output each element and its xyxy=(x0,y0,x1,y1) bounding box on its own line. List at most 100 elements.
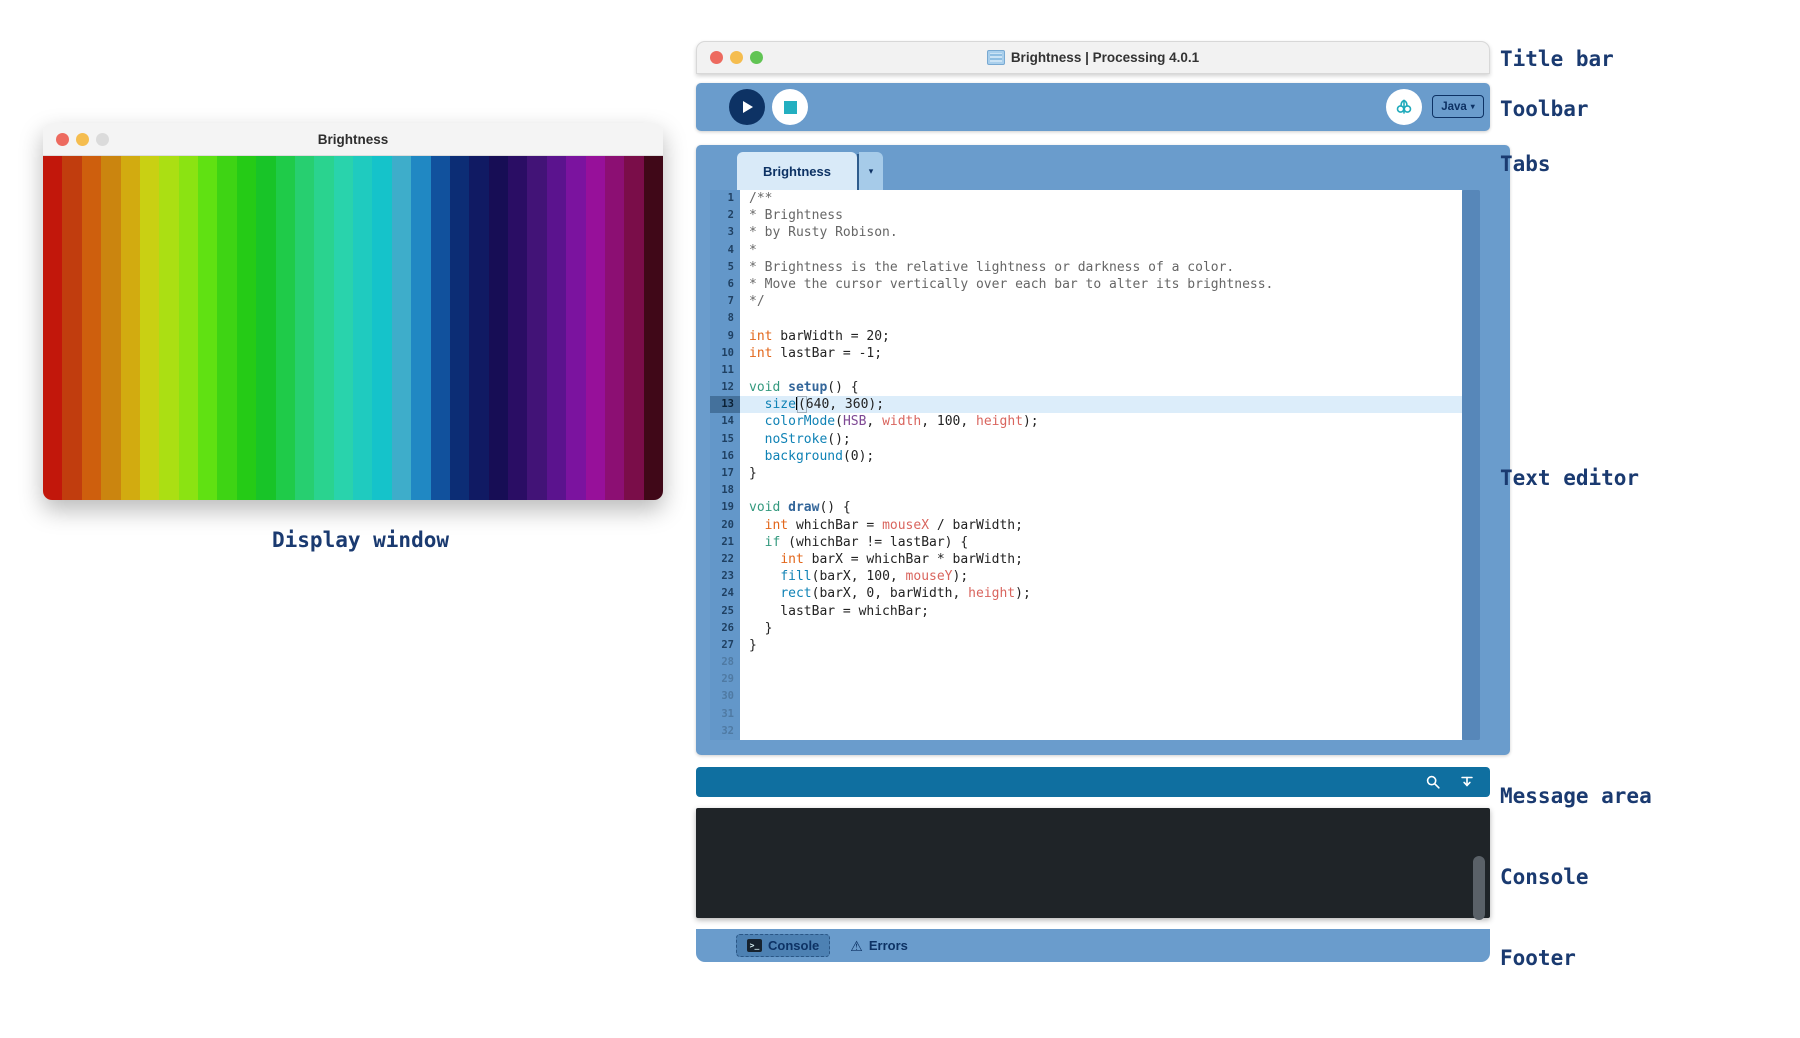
line-number[interactable]: 23 xyxy=(710,568,740,585)
code-line[interactable]: int lastBar = -1; xyxy=(740,345,1462,362)
code-line[interactable] xyxy=(740,362,1462,379)
code-line[interactable] xyxy=(740,688,1462,705)
line-number[interactable]: 3 xyxy=(710,224,740,241)
footer-tab-errors[interactable]: ⚠ Errors xyxy=(850,938,908,953)
console-scrollbar[interactable] xyxy=(1473,856,1485,920)
color-bar[interactable] xyxy=(624,156,643,500)
code-line[interactable]: void draw() { xyxy=(740,499,1462,516)
code-line[interactable]: lastBar = whichBar; xyxy=(740,603,1462,620)
color-bar[interactable] xyxy=(450,156,469,500)
line-number[interactable]: 31 xyxy=(710,706,740,723)
code-line[interactable] xyxy=(740,723,1462,740)
color-bar[interactable] xyxy=(198,156,217,500)
line-number[interactable]: 16 xyxy=(710,448,740,465)
code-line[interactable]: * Move the cursor vertically over each b… xyxy=(740,276,1462,293)
code-line[interactable]: } xyxy=(740,637,1462,654)
color-bar[interactable] xyxy=(586,156,605,500)
code-line[interactable]: colorMode(HSB, width, 100, height); xyxy=(740,413,1462,430)
line-number[interactable]: 14 xyxy=(710,413,740,430)
color-bar[interactable] xyxy=(237,156,256,500)
color-bar[interactable] xyxy=(159,156,178,500)
code-line[interactable] xyxy=(740,482,1462,499)
color-bar[interactable] xyxy=(314,156,333,500)
color-bar[interactable] xyxy=(295,156,314,500)
code-line[interactable]: noStroke(); xyxy=(740,431,1462,448)
color-bar[interactable] xyxy=(256,156,275,500)
code-line[interactable]: if (whichBar != lastBar) { xyxy=(740,534,1462,551)
color-bar[interactable] xyxy=(392,156,411,500)
line-number[interactable]: 13 xyxy=(710,396,740,413)
code-line[interactable] xyxy=(740,654,1462,671)
color-bar[interactable] xyxy=(372,156,391,500)
line-number[interactable]: 8 xyxy=(710,310,740,327)
scroll-to-bottom-icon[interactable] xyxy=(1458,773,1476,791)
line-number[interactable]: 12 xyxy=(710,379,740,396)
line-number[interactable]: 5 xyxy=(710,259,740,276)
line-number[interactable]: 20 xyxy=(710,517,740,534)
run-button[interactable] xyxy=(729,89,765,125)
line-number[interactable]: 22 xyxy=(710,551,740,568)
line-number[interactable]: 9 xyxy=(710,328,740,345)
minimize-button[interactable] xyxy=(76,133,89,146)
code-line[interactable]: void setup() { xyxy=(740,379,1462,396)
line-number[interactable]: 7 xyxy=(710,293,740,310)
color-bar[interactable] xyxy=(353,156,372,500)
zoom-button[interactable] xyxy=(750,51,763,64)
text-editor[interactable]: 1/**2* Brightness3* by Rusty Robison.4*5… xyxy=(710,190,1462,740)
line-number[interactable]: 10 xyxy=(710,345,740,362)
editor-scrollbar[interactable] xyxy=(1462,190,1480,740)
code-line[interactable]: * Brightness is the relative lightness o… xyxy=(740,259,1462,276)
close-button[interactable] xyxy=(710,51,723,64)
color-bar[interactable] xyxy=(566,156,585,500)
color-bar[interactable] xyxy=(469,156,488,500)
color-bar[interactable] xyxy=(527,156,546,500)
line-number[interactable]: 25 xyxy=(710,603,740,620)
sketch-canvas[interactable] xyxy=(43,156,663,500)
zoom-button[interactable] xyxy=(96,133,109,146)
code-line[interactable]: * xyxy=(740,242,1462,259)
code-line[interactable]: /** xyxy=(740,190,1462,207)
color-bar[interactable] xyxy=(547,156,566,500)
color-bar[interactable] xyxy=(121,156,140,500)
code-line[interactable]: } xyxy=(740,620,1462,637)
line-number[interactable]: 18 xyxy=(710,482,740,499)
search-icon[interactable] xyxy=(1424,773,1442,791)
line-number[interactable]: 27 xyxy=(710,637,740,654)
code-line[interactable]: int barWidth = 20; xyxy=(740,328,1462,345)
code-line[interactable] xyxy=(740,706,1462,723)
code-line[interactable]: rect(barX, 0, barWidth, height); xyxy=(740,585,1462,602)
stop-button[interactable] xyxy=(772,89,808,125)
color-bar[interactable] xyxy=(140,156,159,500)
line-number[interactable]: 17 xyxy=(710,465,740,482)
line-number[interactable]: 32 xyxy=(710,723,740,740)
code-line[interactable]: * by Rusty Robison. xyxy=(740,224,1462,241)
line-number[interactable]: 2 xyxy=(710,207,740,224)
color-bar[interactable] xyxy=(62,156,81,500)
code-line[interactable]: int barX = whichBar * barWidth; xyxy=(740,551,1462,568)
color-bar[interactable] xyxy=(644,156,663,500)
mode-dropdown[interactable]: Java ▾ xyxy=(1432,95,1484,118)
code-line[interactable]: background(0); xyxy=(740,448,1462,465)
color-bar[interactable] xyxy=(431,156,450,500)
debug-button[interactable] xyxy=(1386,89,1422,125)
close-button[interactable] xyxy=(56,133,69,146)
line-number[interactable]: 6 xyxy=(710,276,740,293)
minimize-button[interactable] xyxy=(730,51,743,64)
line-number[interactable]: 15 xyxy=(710,431,740,448)
tab-menu-button[interactable]: ▾ xyxy=(859,152,883,190)
color-bar[interactable] xyxy=(43,156,62,500)
code-line[interactable]: * Brightness xyxy=(740,207,1462,224)
line-number[interactable]: 19 xyxy=(710,499,740,516)
color-bar[interactable] xyxy=(276,156,295,500)
code-line[interactable] xyxy=(740,310,1462,327)
line-number[interactable]: 1 xyxy=(710,190,740,207)
color-bar[interactable] xyxy=(508,156,527,500)
line-number[interactable]: 24 xyxy=(710,585,740,602)
line-number[interactable]: 29 xyxy=(710,671,740,688)
color-bar[interactable] xyxy=(334,156,353,500)
code-line[interactable]: fill(barX, 100, mouseY); xyxy=(740,568,1462,585)
line-number[interactable]: 4 xyxy=(710,242,740,259)
color-bar[interactable] xyxy=(605,156,624,500)
footer-tab-console[interactable]: >_ Console xyxy=(736,934,830,957)
color-bar[interactable] xyxy=(82,156,101,500)
